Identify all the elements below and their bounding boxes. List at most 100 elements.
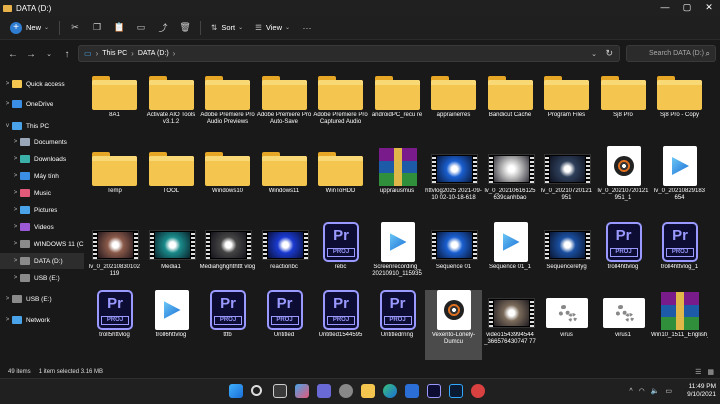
file-item[interactable]: Screenrecording_ 20210910_115935 [369, 222, 426, 292]
sidebar-item[interactable]: > Music [0, 185, 84, 201]
chevron-right-icon[interactable]: > [3, 101, 12, 107]
breadcrumb-this-pc[interactable]: This PC [102, 50, 127, 57]
file-item[interactable]: Sequencerefyg [538, 222, 595, 292]
refresh-icon[interactable]: ↻ [605, 48, 613, 59]
sort-button[interactable]: ⇅ Sort ⌄ [205, 19, 249, 37]
file-item[interactable]: uppraiusmus [369, 146, 426, 216]
file-item[interactable]: httvlog2025 2021-09-10 02-10-18-618 [425, 146, 482, 216]
sidebar-item[interactable]: > Pictures [0, 202, 84, 218]
file-item[interactable]: lv_0_20210720121 951_1 [595, 146, 652, 216]
rename-icon[interactable]: ▭ [130, 19, 152, 37]
search-input[interactable]: Search DATA (D:) ⌕ [626, 45, 716, 62]
delete-icon[interactable]: 🗑 [174, 19, 196, 37]
file-item[interactable]: WinToHDD [312, 146, 369, 216]
file-item[interactable]: Windows11 [256, 146, 313, 216]
file-item[interactable]: lv_0_20210616125 639canhbao [482, 146, 539, 216]
start-icon[interactable] [229, 384, 243, 398]
sidebar-item[interactable]: > USB (E:) [0, 270, 84, 286]
more-options-icon[interactable]: ··· [296, 19, 318, 37]
file-item[interactable]: Program Files [538, 70, 595, 140]
file-item[interactable]: Sequence 01_1 [482, 222, 539, 292]
sidebar-item[interactable]: > Quick access [0, 76, 84, 92]
chevron-right-icon[interactable]: > [11, 156, 20, 162]
sidebar-item[interactable]: > Videos [0, 219, 84, 235]
file-item[interactable]: 8A1 [86, 70, 143, 140]
recent-chevron-icon[interactable]: ⌄ [40, 50, 58, 58]
file-item[interactable]: lv_0_20210829183 654 [651, 146, 708, 216]
sidebar-item[interactable]: > Downloads [0, 151, 84, 167]
file-explorer-icon[interactable] [361, 384, 375, 398]
breadcrumb-data-drive[interactable]: DATA (D:) [138, 50, 169, 57]
premiere-pro-icon[interactable] [427, 384, 441, 398]
media-player-icon[interactable] [471, 384, 485, 398]
chevron-right-icon[interactable]: > [11, 258, 20, 264]
maximize-button[interactable]: ▢ [676, 0, 698, 16]
sidebar-item[interactable]: v This PC [0, 118, 84, 134]
address-bar[interactable]: ▭ › This PC › DATA (D:) › ⌄ ↻ [78, 45, 620, 62]
chevron-down-icon[interactable]: ⌄ [591, 50, 597, 58]
chevron-right-icon[interactable]: > [3, 296, 12, 302]
file-item[interactable]: Adobe Premiere Pro Audio Previews [199, 70, 256, 140]
chevron-right-icon[interactable]: > [11, 173, 20, 179]
file-item[interactable]: Temp [86, 146, 143, 216]
file-item[interactable]: Vexento-Lonely-Dumcu [425, 290, 482, 360]
forward-icon[interactable]: → [22, 49, 40, 60]
task-view-icon[interactable] [273, 384, 287, 398]
battery-icon[interactable]: ▭ [665, 388, 672, 395]
up-icon[interactable]: ↑ [58, 49, 76, 60]
settings-icon[interactable] [339, 384, 353, 398]
chevron-right-icon[interactable]: > [11, 241, 20, 247]
file-item[interactable]: Bandicut Cache [482, 70, 539, 140]
file-item[interactable]: Windows10 [199, 146, 256, 216]
file-item[interactable]: Pr PROJ Untitledrnng [369, 290, 426, 360]
file-item[interactable]: Sj8 Pro - Copy [651, 70, 708, 140]
file-item[interactable]: TOOL [143, 146, 200, 216]
wifi-icon[interactable]: ◠ [639, 388, 645, 395]
file-item[interactable]: troll6httvlog [143, 290, 200, 360]
chevron-right-icon[interactable]: > [11, 190, 20, 196]
paste-icon[interactable]: 📋 [108, 19, 130, 37]
sidebar-item[interactable]: > OneDrive [0, 96, 84, 112]
view-button[interactable]: ☰ View ⌄ [249, 19, 296, 37]
new-button[interactable]: + New ⌄ [4, 19, 55, 37]
file-item[interactable]: Win10_1511_English_x64 [651, 290, 708, 360]
chevron-right-icon[interactable]: > [3, 317, 12, 323]
system-tray[interactable]: ^ ◠ 🔈 ▭ [629, 387, 672, 395]
sidebar-item[interactable]: > Network [0, 312, 84, 328]
file-item[interactable]: Pr PROJ troll4httvlog [595, 222, 652, 292]
search-icon[interactable] [251, 385, 262, 396]
file-item[interactable]: Activate AIO Tools v3.1.2 [143, 70, 200, 140]
chevron-right-icon[interactable]: > [11, 207, 20, 213]
file-item[interactable]: Pr PROJ troll5httvlog [86, 290, 143, 360]
minimize-button[interactable]: — [654, 0, 676, 16]
file-item[interactable]: Sequence 01 [425, 222, 482, 292]
file-item[interactable]: virus [538, 290, 595, 360]
sidebar-item[interactable]: > WINDOWS 11 (C: [0, 236, 84, 252]
file-item[interactable]: lv_0_20210720121 951 [538, 146, 595, 216]
sidebar-item[interactable]: > Documents [0, 134, 84, 150]
file-item[interactable]: Pr PROJ troll4httvlog_1 [651, 222, 708, 292]
clock[interactable]: 11:49 PM 9/10/2021 [687, 383, 716, 399]
chevron-down-icon[interactable]: v [3, 123, 12, 129]
chevron-right-icon[interactable]: > [11, 139, 20, 145]
chevron-right-icon[interactable]: > [11, 275, 20, 281]
file-item[interactable]: virus1 [595, 290, 652, 360]
close-button[interactable]: ✕ [698, 0, 720, 16]
cut-icon[interactable]: ✂ [64, 19, 86, 37]
file-item[interactable]: Pr PROJ ttfb [199, 290, 256, 360]
file-item[interactable]: Adobe Premiere Pro Captured Audio [312, 70, 369, 140]
file-item[interactable]: Media1 [143, 222, 200, 292]
file-item[interactable]: androidPC_recu re [369, 70, 426, 140]
back-icon[interactable]: ← [4, 49, 22, 60]
file-item[interactable]: Adobe Premiere Pro Auto-Save [256, 70, 313, 140]
file-item[interactable]: lv_0_20210830102 119 [86, 222, 143, 292]
file-item[interactable]: Pr PROJ Untitled [256, 290, 313, 360]
widgets-icon[interactable] [295, 384, 309, 398]
file-item[interactable]: Sj8 Pro [595, 70, 652, 140]
volume-icon[interactable]: 🔈 [651, 388, 660, 395]
file-item[interactable]: reactionbc [256, 222, 313, 292]
file-item[interactable]: apprainerres [425, 70, 482, 140]
large-icons-view-icon[interactable]: ▦ [707, 369, 714, 376]
chevron-right-icon[interactable]: > [3, 81, 12, 87]
copy-icon[interactable]: ❐ [86, 19, 108, 37]
